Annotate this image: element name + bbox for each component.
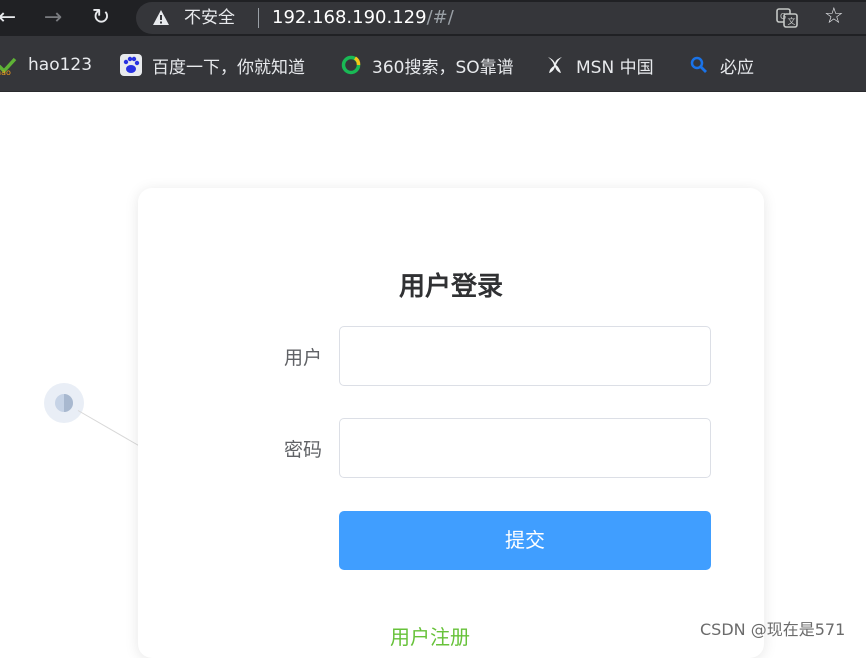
reload-icon[interactable]: ↻: [88, 5, 114, 31]
bookmark-msn[interactable]: MSN 中国: [544, 54, 654, 78]
bookmark-bing[interactable]: 必应: [688, 54, 754, 78]
msn-butterfly-icon: [544, 54, 566, 76]
username-label: 用户: [283, 347, 322, 369]
bookmark-star-icon[interactable]: ☆: [824, 4, 844, 30]
login-title: 用户登录: [398, 272, 503, 302]
register-link[interactable]: 用户注册: [390, 621, 470, 650]
submit-button[interactable]: 提交: [339, 511, 711, 570]
bookmark-label: 360搜索，SO靠谱: [372, 57, 514, 78]
url-text[interactable]: 192.168.190.129/#/: [272, 7, 454, 29]
address-separator: [258, 8, 259, 28]
so360-icon: [340, 54, 362, 76]
bookmark-label: 百度一下，你就知道: [152, 57, 305, 78]
not-secure-label[interactable]: 不安全: [184, 7, 235, 29]
password-label: 密码: [283, 439, 322, 461]
bing-search-icon: [688, 54, 710, 76]
decorative-dot-icon: [44, 383, 84, 423]
login-card: 用户登录 用户 密码 提交 用户注册: [138, 188, 764, 658]
bookmark-baidu[interactable]: 百度一下，你就知道: [120, 54, 305, 78]
username-input[interactable]: [339, 326, 711, 386]
url-path: /#/: [426, 7, 454, 28]
translate-icon[interactable]: G 文: [776, 8, 798, 28]
bookmarks-bar: hao hao123 百度一下，你就知道 360搜索，SO靠谱 MSN 中国 必…: [0, 36, 866, 92]
browser-toolbar: ← → ↻ 不安全 192.168.190.129/#/ G 文 ☆: [0, 0, 866, 36]
csdn-watermark: CSDN @现在是571: [700, 620, 846, 639]
baidu-paw-icon: [120, 54, 142, 76]
bookmark-so360[interactable]: 360搜索，SO靠谱: [340, 54, 514, 78]
bookmark-label: MSN 中国: [576, 57, 654, 78]
back-arrow-icon[interactable]: ←: [0, 5, 20, 31]
svg-text:G: G: [780, 12, 786, 21]
bookmark-label: hao123: [28, 55, 93, 75]
forward-arrow-icon[interactable]: →: [40, 5, 66, 31]
password-input[interactable]: [339, 418, 711, 478]
hao123-icon: hao: [0, 54, 18, 76]
bookmark-hao123[interactable]: hao hao123: [0, 54, 92, 76]
warning-icon[interactable]: [152, 9, 170, 27]
bookmark-label: 必应: [720, 57, 754, 78]
decorative-line: [77, 410, 141, 447]
address-bar[interactable]: 不安全 192.168.190.129/#/ G 文 ☆: [136, 2, 866, 34]
svg-text:hao: hao: [0, 68, 11, 76]
svg-text:文: 文: [788, 16, 796, 26]
url-host: 192.168.190.129: [272, 7, 427, 28]
